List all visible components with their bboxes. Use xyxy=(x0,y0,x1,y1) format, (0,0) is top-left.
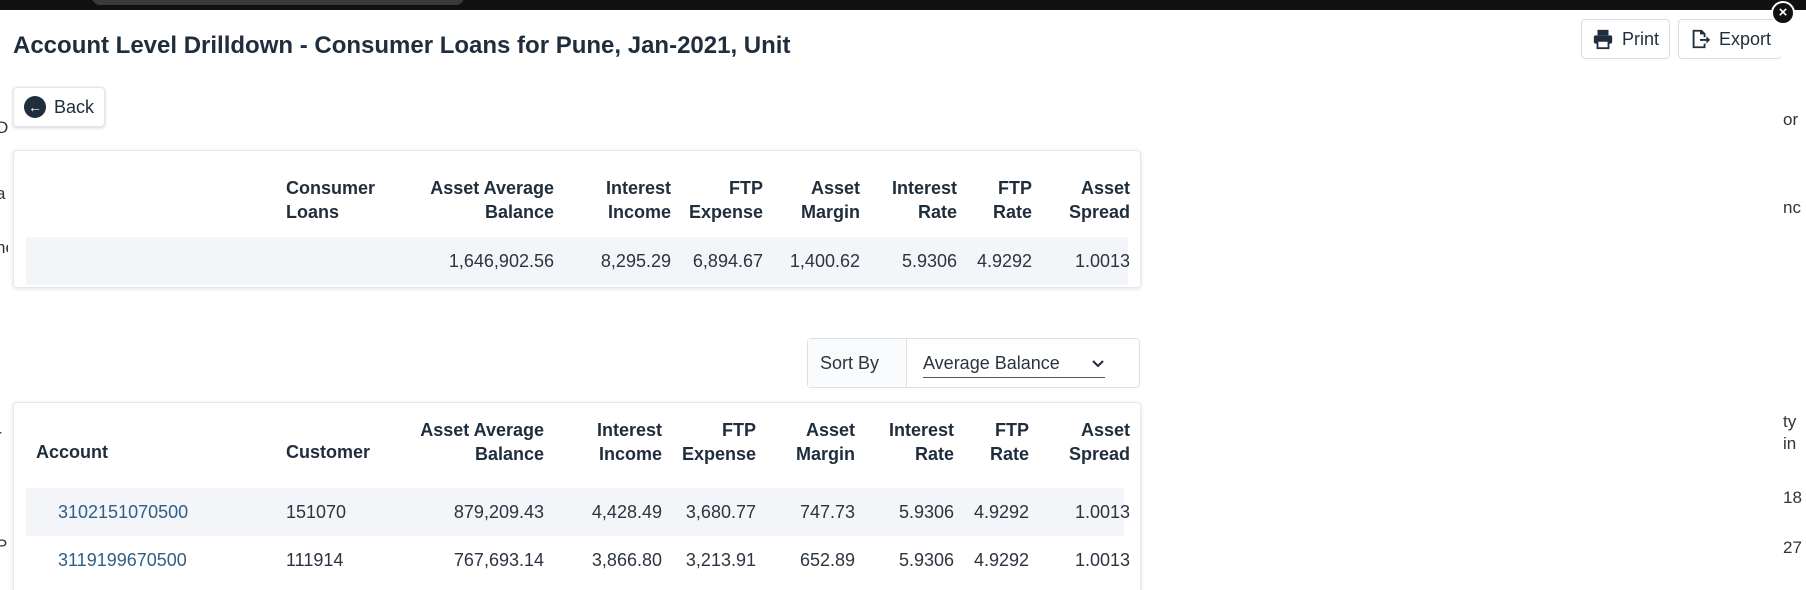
backdrop-text: ne xyxy=(0,238,8,257)
header-asset-margin: Asset Margin xyxy=(800,178,860,222)
header-consumer-loans: Consumer Loans xyxy=(286,178,376,222)
export-button[interactable]: Export xyxy=(1678,19,1781,59)
header-interest-rate: Interest Rate xyxy=(888,420,954,464)
summary-table: Consumer Loans Asset Average Balance Inter… xyxy=(13,150,1141,288)
cell-asset-average-balance: 879,209.43 xyxy=(453,502,544,522)
export-icon xyxy=(1692,29,1711,49)
cell-customer: 151070 xyxy=(286,502,347,522)
cell-asset-margin: 747.73 xyxy=(799,502,855,522)
arrow-left-icon: ← xyxy=(24,96,46,118)
account-table: Account Customer Asset Average Balance In… xyxy=(13,402,1141,590)
cell-interest-income: 8,295.29 xyxy=(600,251,671,271)
print-label: Print xyxy=(1622,28,1660,49)
header-account: Account xyxy=(36,442,108,462)
cell-interest-rate: 5.9306 xyxy=(901,251,957,271)
header-asset-average-balance: Asset Average Balance xyxy=(430,178,554,222)
backdrop-text: Pu xyxy=(0,536,8,555)
chevron-down-icon xyxy=(1092,359,1104,367)
header-interest-income: Interest Income xyxy=(596,420,662,464)
cell-ftp-expense: 6,894.67 xyxy=(692,251,763,271)
cell-ftp-expense: 3,680.77 xyxy=(685,502,756,522)
cell-interest-income: 3,866.80 xyxy=(591,550,662,570)
sort-label: Sort By xyxy=(808,339,907,387)
page-title: Account Level Drilldown - Consumer Loans… xyxy=(13,32,791,59)
printer-icon xyxy=(1593,29,1613,50)
backdrop-text: 27 xyxy=(1783,538,1802,557)
sort-select[interactable]: Average Balance xyxy=(923,352,1105,378)
backdrop-text: D xyxy=(0,118,8,137)
account-link[interactable]: 3119199670500 xyxy=(58,548,187,572)
back-button[interactable]: ← Back xyxy=(13,87,106,127)
cell-asset-spread: 1.0013 xyxy=(1074,550,1130,570)
print-button[interactable]: Print xyxy=(1581,19,1671,59)
cell-customer: 111914 xyxy=(286,550,344,570)
cell-interest-income: 4,428.49 xyxy=(591,502,662,522)
backdrop-text: nc xyxy=(1783,198,1801,217)
backdrop-text: in xyxy=(1783,434,1797,453)
header-asset-average-balance: Asset Average Balance xyxy=(420,420,544,464)
cell-interest-rate: 5.9306 xyxy=(898,550,954,570)
backdrop-text: or xyxy=(1783,110,1799,129)
cell-asset-spread: 1.0013 xyxy=(1074,251,1130,271)
header-asset-spread: Asset Spread xyxy=(1068,178,1130,222)
account-link[interactable]: 3102151070500 xyxy=(58,500,188,524)
cell-asset-average-balance: 1,646,902.56 xyxy=(448,251,554,271)
window-top-bar xyxy=(0,0,1806,10)
drilldown-modal: Account Level Drilldown - Consumer Loans… xyxy=(8,10,1781,590)
header-interest-rate: Interest Rate xyxy=(891,178,957,222)
back-label: Back xyxy=(54,96,95,117)
header-interest-income: Interest Income xyxy=(605,178,671,222)
cell-asset-margin: 652.89 xyxy=(799,550,855,570)
header-ftp-rate: FTP Rate xyxy=(992,178,1032,222)
cell-ftp-rate: 4.9292 xyxy=(976,251,1032,271)
export-label: Export xyxy=(1719,28,1772,49)
header-ftp-rate: FTP Rate xyxy=(989,420,1029,464)
backdrop-text: r xyxy=(0,426,2,446)
header-customer: Customer xyxy=(286,442,371,462)
backdrop-left: D a ne r Pu xyxy=(0,10,8,590)
backdrop-text: a xyxy=(0,184,6,203)
backdrop-right: or nc ty in 18 27 xyxy=(1781,10,1806,590)
cell-asset-margin: 1,400.62 xyxy=(789,251,860,271)
tab-handle xyxy=(92,0,464,5)
cell-asset-average-balance: 767,693.14 xyxy=(453,550,544,570)
cell-ftp-rate: 4.9292 xyxy=(973,502,1029,522)
cell-interest-rate: 5.9306 xyxy=(898,502,954,522)
backdrop-text: ty xyxy=(1783,412,1797,431)
header-asset-margin: Asset Margin xyxy=(795,420,855,464)
cell-asset-spread: 1.0013 xyxy=(1074,502,1130,522)
sort-selected-value: Average Balance xyxy=(923,353,1060,373)
header-ftp-expense: FTP Expense xyxy=(681,420,756,464)
header-asset-spread: Asset Spread xyxy=(1068,420,1130,464)
cell-ftp-rate: 4.9292 xyxy=(973,550,1029,570)
header-ftp-expense: FTP Expense xyxy=(688,178,763,222)
cell-ftp-expense: 3,213.91 xyxy=(685,550,756,570)
sort-control: Sort By Average Balance xyxy=(807,338,1140,388)
backdrop-text: 18 xyxy=(1783,488,1802,507)
close-icon[interactable]: × xyxy=(1771,1,1795,25)
